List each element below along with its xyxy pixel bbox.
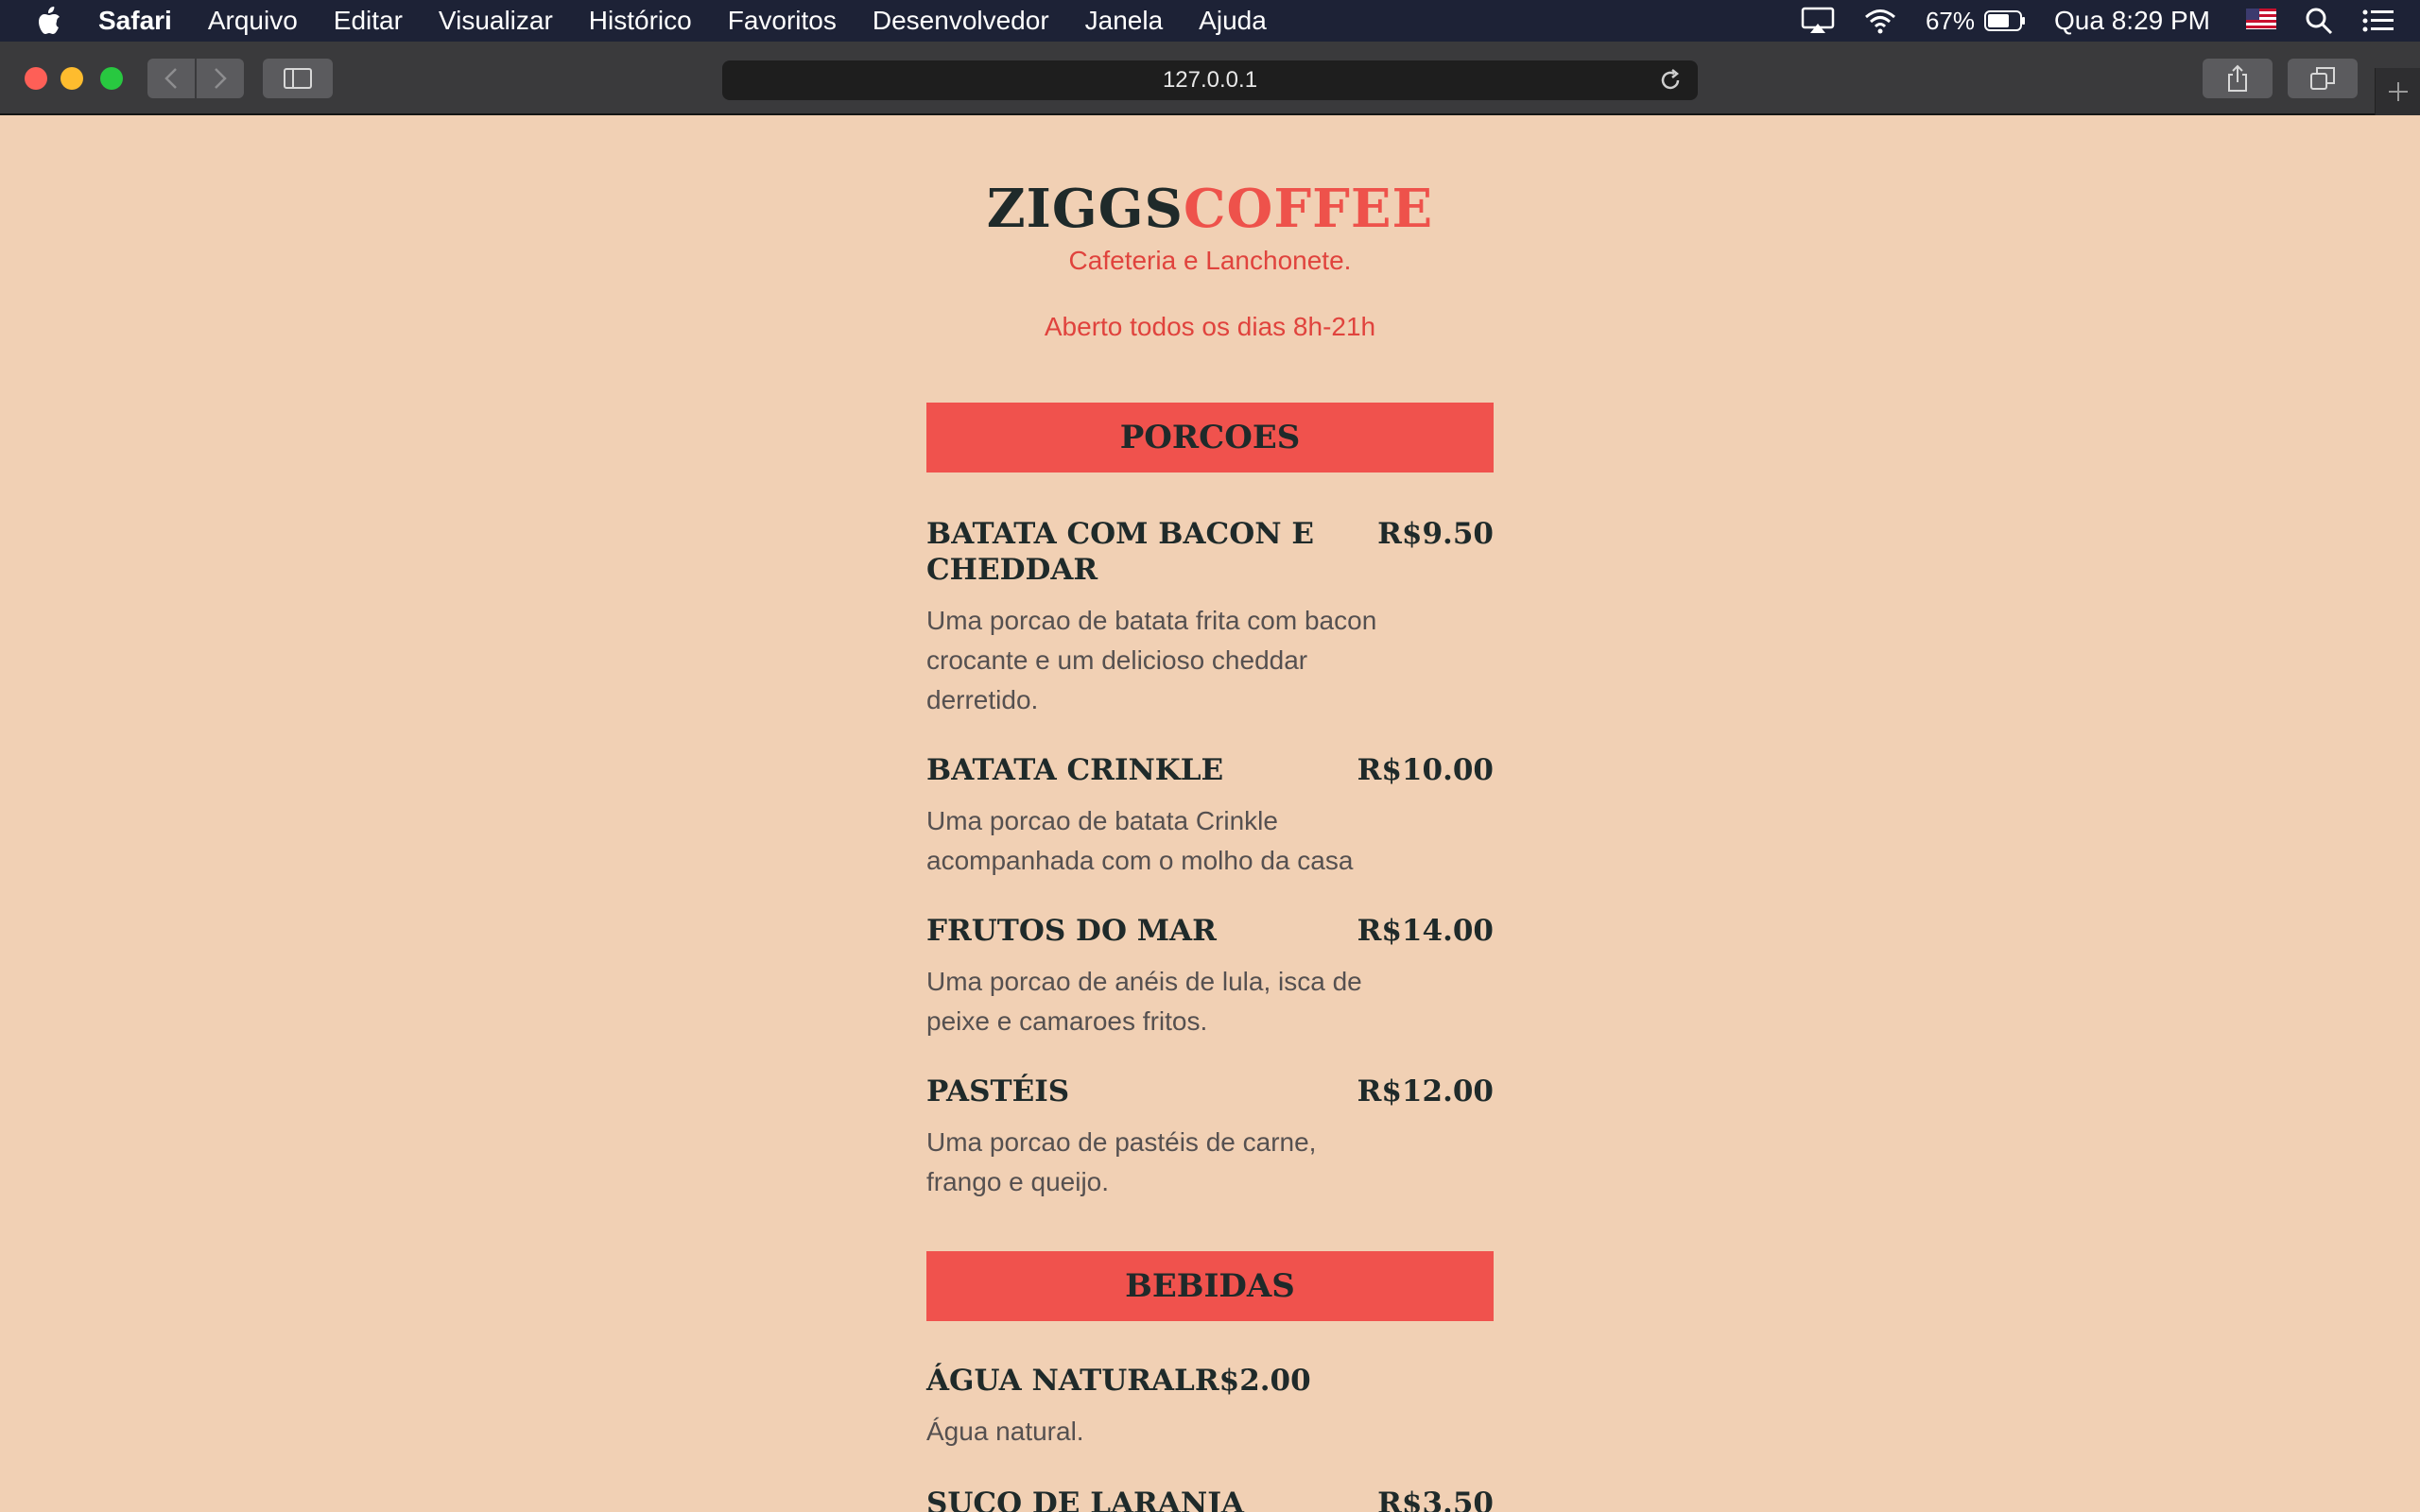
notification-center-icon[interactable] [2361,8,2395,34]
share-icon [2228,64,2247,92]
input-source-flag-icon[interactable] [2246,7,2276,35]
menu-item: BATATA COM BACON E CHEDDAR R$9.50 Uma po… [926,516,1494,720]
spotlight-search-icon[interactable] [2305,7,2333,35]
menu-desenvolvedor[interactable]: Desenvolvedor [873,6,1049,36]
battery-icon[interactable] [1984,9,2026,32]
menu-visualizar[interactable]: Visualizar [439,6,553,36]
item-description: Uma porcao de anéis de lula, isca de pei… [926,967,1362,1036]
menu-item: SUCO DE LARANJA R$3.50 [926,1486,1494,1512]
clock[interactable]: Qua 8:29 PM [2054,6,2210,36]
forward-button[interactable] [197,59,244,98]
wifi-icon[interactable] [1863,7,1897,35]
airplay-icon[interactable] [1801,7,1835,35]
web-page: ZIGGSCOFFEE Cafeteria e Lanchonete. Aber… [0,115,2420,1512]
section-title: PORCOES [926,403,1494,472]
opening-hours: Aberto todos os dias 8h-21h [1044,312,1376,341]
menu-app-safari[interactable]: Safari [98,6,172,36]
item-description: Água natural. [926,1417,1084,1446]
plus-icon [2388,82,2408,101]
reload-icon[interactable] [1658,68,1683,99]
menu-favoritos[interactable]: Favoritos [728,6,837,36]
menu-item: PASTÉIS R$12.00 Uma porcao de pastéis de… [926,1074,1494,1202]
minimize-window-button[interactable] [60,67,83,90]
url-text: 127.0.0.1 [1162,67,1258,93]
chevron-right-icon [215,68,227,89]
item-price: R$14.00 [1357,914,1494,948]
menu-item: BATATA CRINKLE R$10.00 Uma porcao de bat… [926,752,1494,881]
address-bar[interactable]: 127.0.0.1 [722,60,1698,100]
item-price: R$10.00 [1357,753,1494,787]
share-button[interactable] [2203,59,2273,98]
fullscreen-window-button[interactable] [100,67,123,90]
new-tab-button[interactable] [2375,68,2420,115]
close-window-button[interactable] [25,67,47,90]
browser-toolbar: 127.0.0.1 [0,42,2420,115]
item-description: Uma porcao de batata frita com bacon cro… [926,606,1377,714]
menu-section-porcoes: PORCOES [926,403,1494,472]
site-logo: ZIGGSCOFFEE [0,178,2420,240]
menu-item: ÁGUA NATURALR$2.00 Água natural. [926,1363,1494,1452]
item-price: R$9.50 [1377,517,1494,551]
site-tagline: Cafeteria e Lanchonete. [1068,246,1352,275]
sidebar-icon [284,68,312,89]
back-button[interactable] [147,59,195,98]
battery-percent: 67% [1925,6,1976,35]
item-name: BATATA COM BACON E CHEDDAR [926,517,1314,587]
logo-part-coffee: COFFEE [1183,178,1434,240]
tabs-overview-icon [2310,67,2335,90]
menu-item: FRUTOS DO MAR R$14.00 Uma porcao de anéi… [926,913,1494,1041]
apple-menu-icon[interactable] [36,4,70,38]
item-price: R$12.00 [1357,1074,1494,1108]
logo-part-ziggs: ZIGGS [986,178,1184,240]
menu-ajuda[interactable]: Ajuda [1199,6,1267,36]
item-price: R$3.50 [1377,1486,1494,1512]
item-name: ÁGUA NATURAL [926,1364,1195,1398]
menu-janela[interactable]: Janela [1085,6,1164,36]
sidebar-toggle-button[interactable] [263,59,333,98]
menu-section-bebidas: BEBIDAS [926,1251,1494,1321]
item-description: Uma porcao de pastéis de carne, frango e… [926,1127,1317,1196]
chevron-left-icon [164,68,177,89]
menu-editar[interactable]: Editar [334,6,403,36]
show-tabs-button[interactable] [2288,59,2358,98]
menu-bar: Safari Arquivo Editar Visualizar Históri… [0,0,2420,42]
menu-arquivo[interactable]: Arquivo [208,6,298,36]
item-description: Uma porcao de batata Crinkle acompanhada… [926,806,1354,875]
item-price: R$2.00 [1194,1364,1311,1398]
menu-historico[interactable]: Histórico [589,6,692,36]
section-title: BEBIDAS [926,1251,1494,1321]
